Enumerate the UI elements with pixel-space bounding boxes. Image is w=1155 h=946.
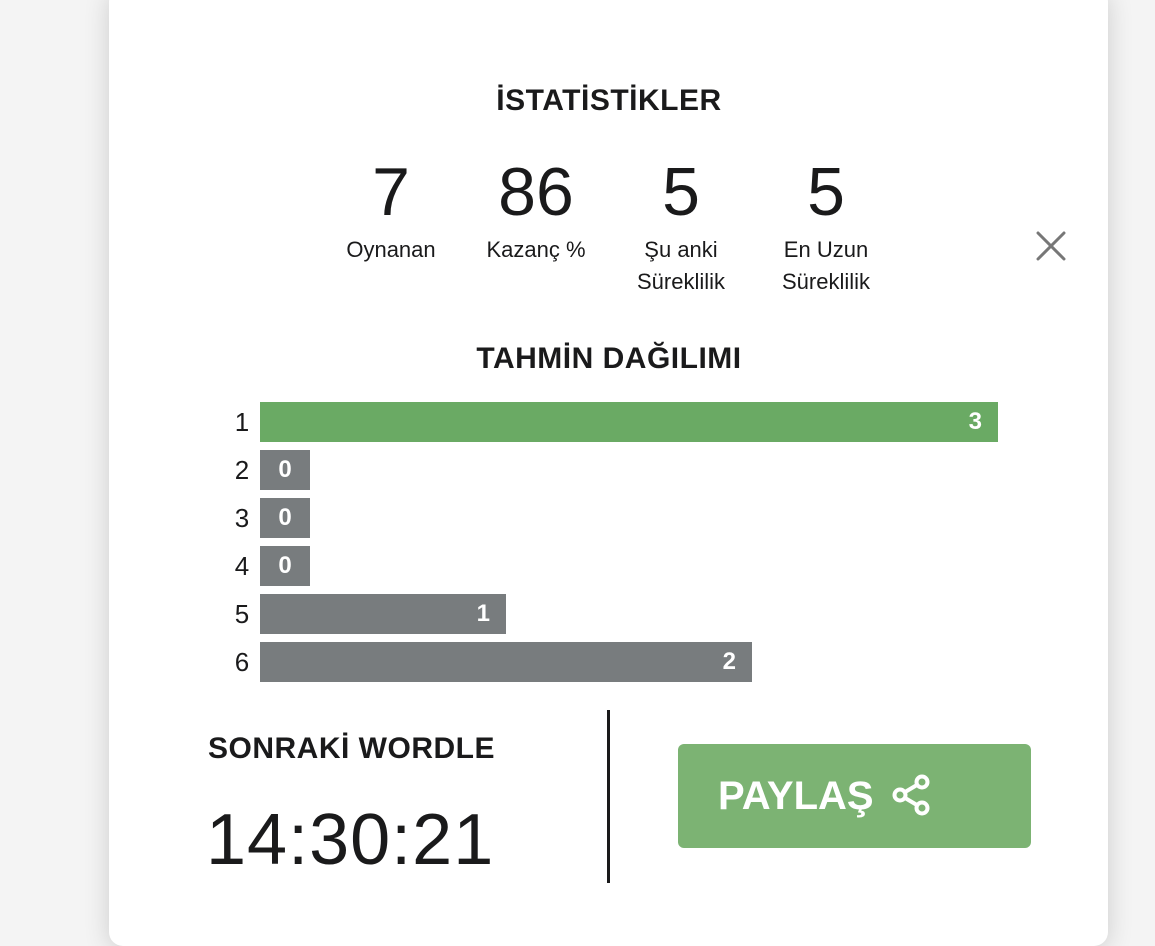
statistics-title: İSTATİSTİKLER — [496, 84, 722, 117]
stat-current-streak-label-line2: Süreklilik — [636, 269, 726, 294]
share-icon — [892, 774, 930, 816]
guess-bar: 0 — [260, 450, 310, 490]
stat-played-label: Oynanan — [346, 237, 436, 262]
guess-distribution-row: 5 1 — [228, 594, 1008, 634]
guess-number: 1 — [234, 407, 250, 437]
stat-max-streak-value: 5 — [807, 154, 845, 230]
stat-current-streak-value: 5 — [662, 154, 700, 230]
stat-played: 7 Oynanan — [321, 156, 461, 266]
guess-distribution-row: 1 3 — [228, 402, 1008, 442]
close-button[interactable] — [1034, 229, 1068, 263]
guess-number: 6 — [234, 647, 250, 677]
stat-max-streak: 5 En Uzun Süreklilik — [756, 156, 896, 298]
stat-max-streak-label: En Uzun Süreklilik — [756, 234, 896, 298]
next-wordle-title: SONRAKİ WORDLE — [208, 732, 495, 765]
stat-win-value: 86 — [498, 154, 574, 230]
next-wordle-countdown: 14:30:21 — [206, 800, 495, 880]
guess-bar: 1 — [260, 594, 506, 634]
guess-bar: 0 — [260, 546, 310, 586]
guess-bar: 0 — [260, 498, 310, 538]
guess-number: 3 — [234, 503, 250, 533]
stat-current-streak-label-line1: Şu anki — [644, 237, 718, 262]
guess-bar: 2 — [260, 642, 752, 682]
guess-distribution-row: 4 0 — [228, 546, 1008, 586]
stat-current-streak-label: Şu anki Süreklilik — [611, 234, 751, 298]
guess-number: 2 — [234, 455, 250, 485]
guess-distribution-row: 3 0 — [228, 498, 1008, 538]
guess-bar: 3 — [260, 402, 998, 442]
share-button[interactable]: PAYLAŞ — [678, 744, 1031, 848]
stat-played-value: 7 — [372, 154, 410, 230]
stat-current-streak: 5 Şu anki Süreklilik — [611, 156, 751, 298]
guess-distribution-row: 2 0 — [228, 450, 1008, 490]
stat-max-streak-label-line1: En Uzun — [783, 237, 869, 262]
footer-divider — [607, 710, 610, 883]
stat-win-label: Kazanç % — [486, 237, 586, 262]
guess-number: 5 — [234, 599, 250, 629]
share-button-label: PAYLAŞ — [718, 774, 874, 818]
guess-distribution-row: 6 2 — [228, 642, 1008, 682]
guess-number: 4 — [234, 551, 250, 581]
stat-win-percentage: 86 Kazanç % — [466, 156, 606, 266]
stat-max-streak-label-line2: Süreklilik — [781, 269, 871, 294]
guess-distribution-title: TAHMİN DAĞILIMI — [476, 342, 742, 375]
close-icon — [1036, 231, 1066, 261]
